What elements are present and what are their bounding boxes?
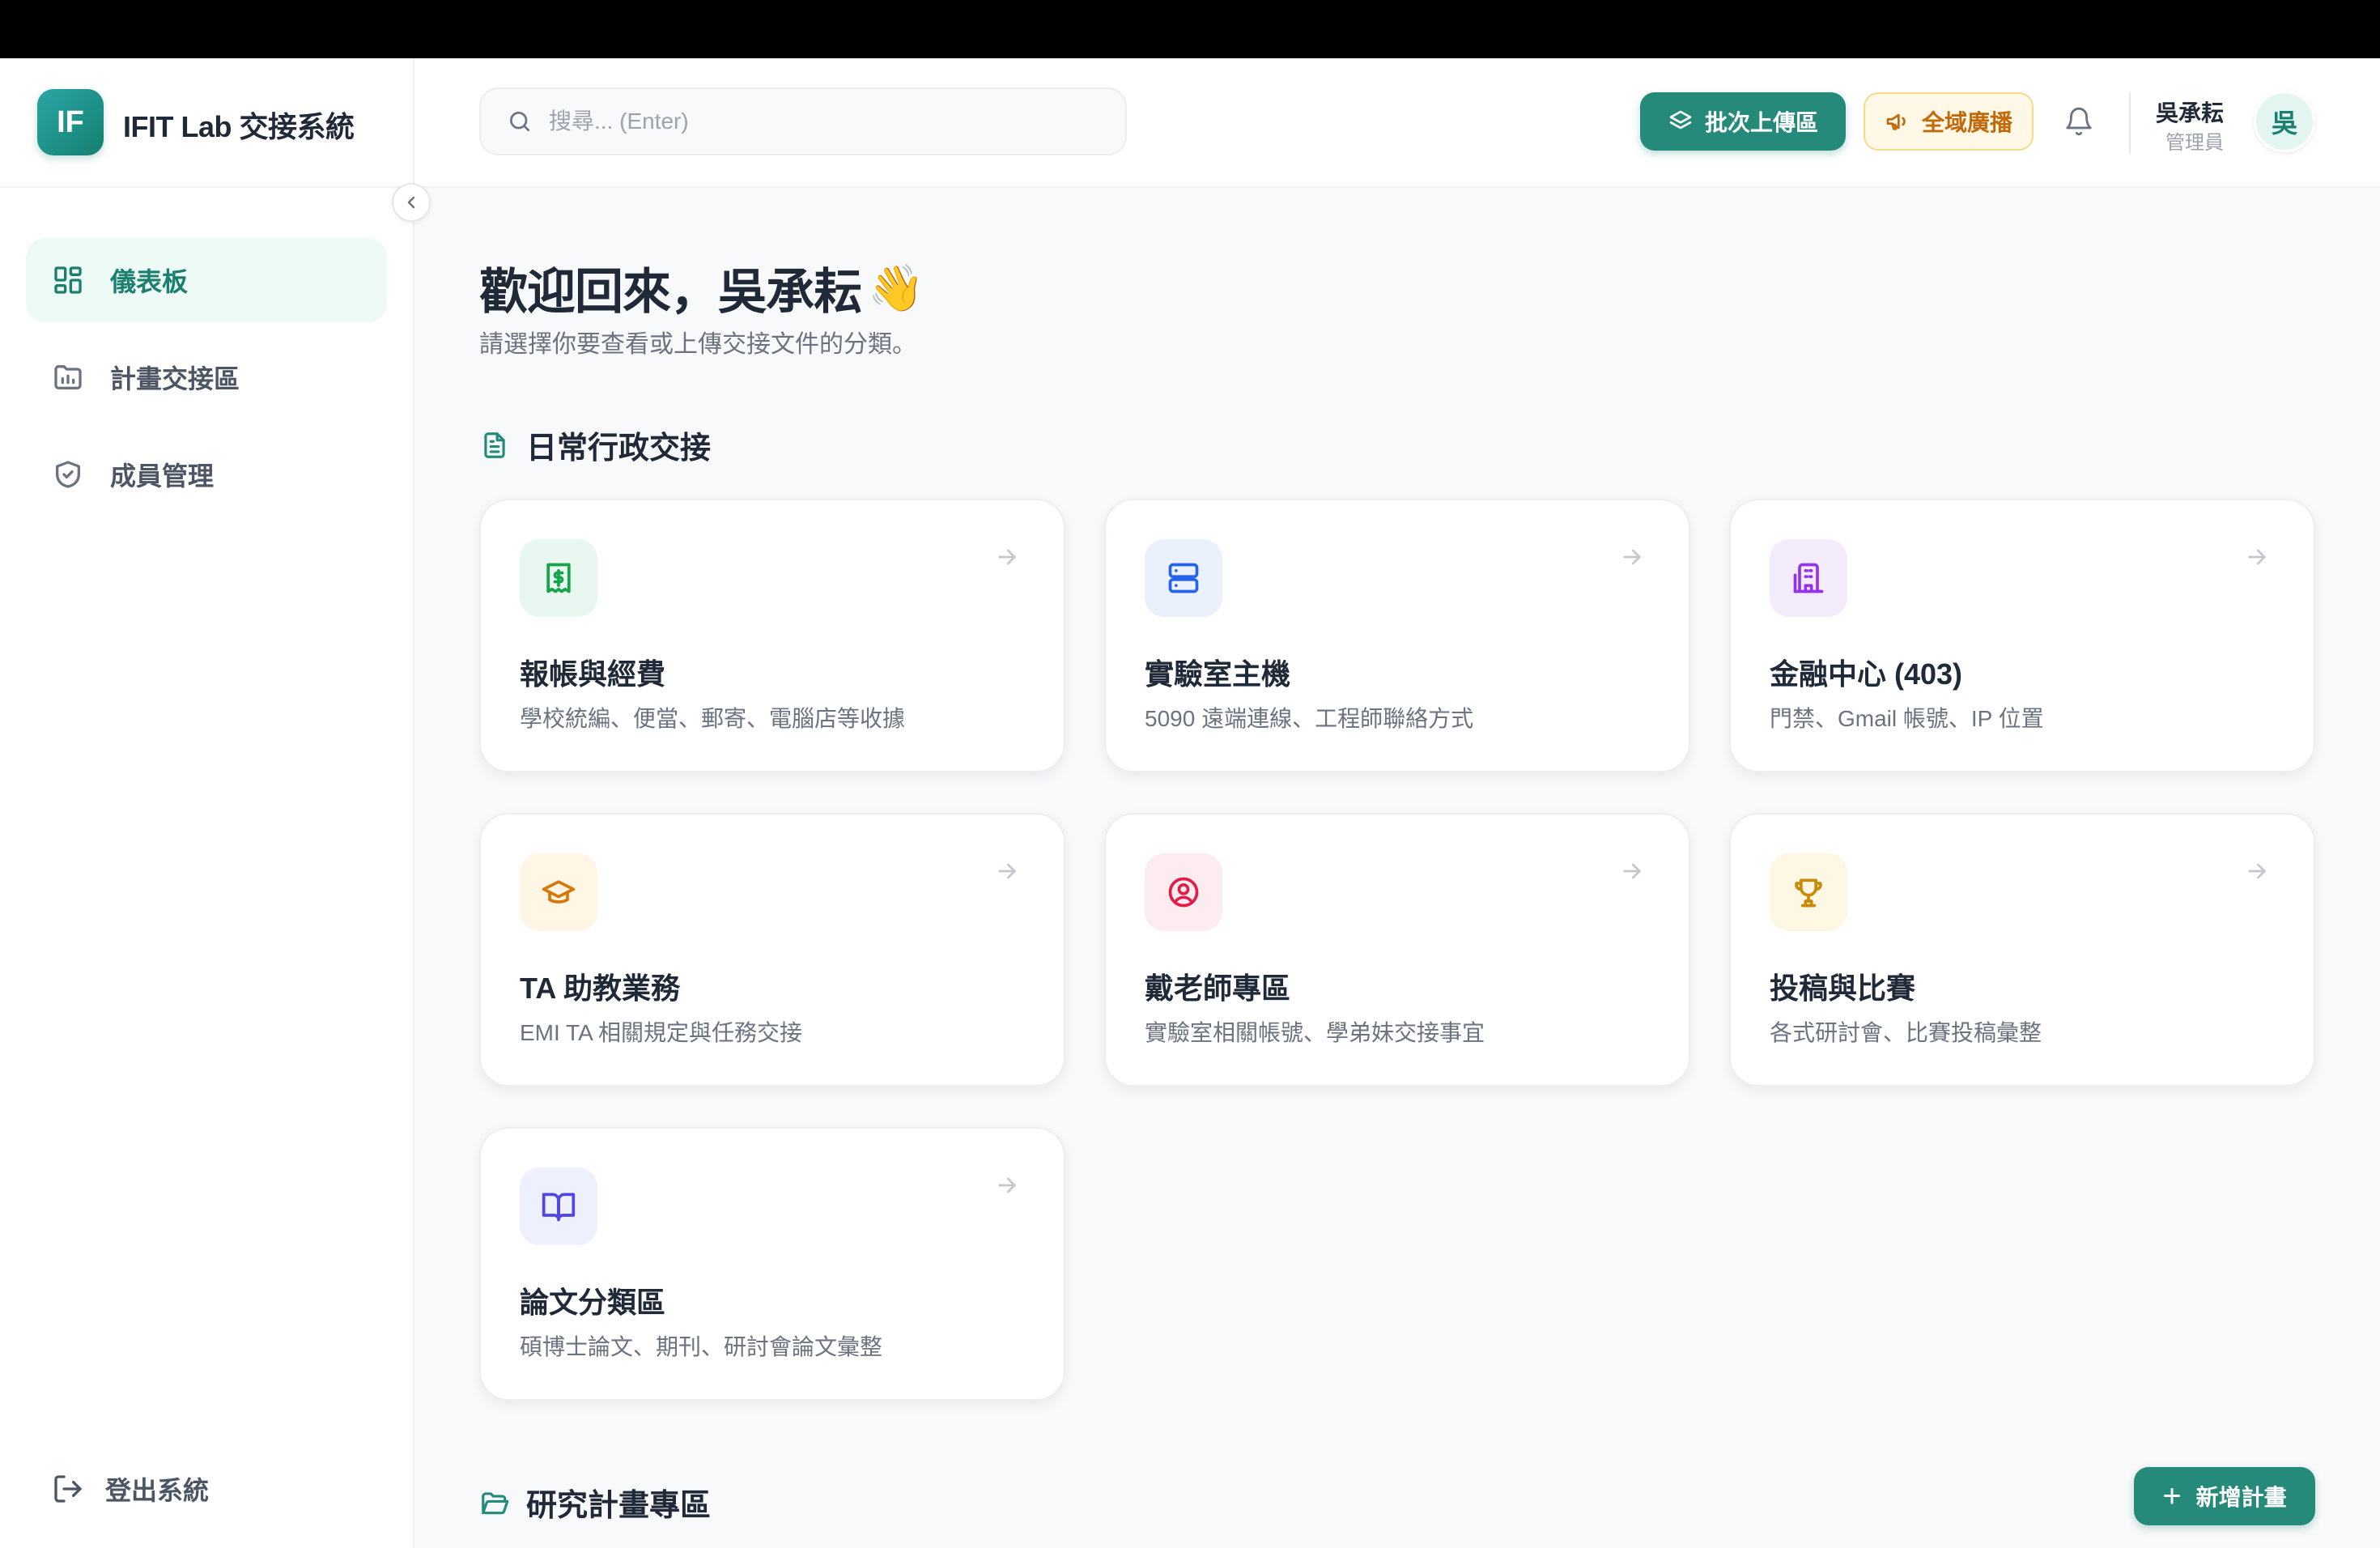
card-title: 實驗室主機: [1145, 657, 1291, 691]
shield-check-icon: [52, 458, 84, 491]
arrow-right-icon: [992, 857, 1022, 886]
layers-icon: [1668, 108, 1694, 134]
brand: IF IFIT Lab 交接系統: [0, 58, 414, 188]
arrow-right-icon: [1617, 542, 1647, 572]
arrow-right-icon: [2242, 542, 2272, 572]
logout-icon: [52, 1473, 84, 1505]
notification-bell-icon[interactable]: [2061, 104, 2097, 139]
sidebar-nav: 儀表板 計畫交接區 成員管理: [26, 238, 387, 529]
app-shell: IF IFIT Lab 交接系統 儀表板 計畫交接區 成員管理 登出系統 搜尋.…: [0, 58, 2380, 1548]
waving-hand-emoji: 👋: [868, 262, 924, 313]
card-description: 實驗室相關帳號、學弟妹交接事宜: [1145, 1020, 1485, 1045]
brand-title: IFIT Lab 交接系統: [123, 110, 355, 143]
search-input[interactable]: [549, 108, 1067, 134]
brand-logo: IF: [37, 89, 104, 155]
folder-chart-icon: [52, 361, 84, 393]
page-title: 歡迎回來，吳承耘 👋: [479, 253, 924, 323]
arrow-right-icon: [992, 1171, 1022, 1200]
card-description: 碩博士論文、期刊、研討會論文彙整: [520, 1334, 883, 1359]
trophy-icon: [1770, 853, 1847, 931]
folder-open-icon: [479, 1487, 510, 1518]
server-icon: [1145, 539, 1222, 617]
sidebar: IF IFIT Lab 交接系統 儀表板 計畫交接區 成員管理 登出系統: [0, 58, 414, 1548]
card-title: 投稿與比賽: [1770, 972, 1916, 1005]
card-professor-dai[interactable]: 戴老師專區 實驗室相關帳號、學弟妹交接事宜: [1104, 813, 1690, 1087]
arrow-right-icon: [2242, 857, 2272, 886]
card-title: 論文分類區: [520, 1286, 666, 1319]
sidebar-item-label: 儀表板: [110, 267, 189, 296]
chevron-left-icon: [402, 193, 421, 212]
search-icon: [507, 108, 533, 134]
section-daily-label: 日常行政交接: [526, 432, 712, 466]
sidebar-item-label: 計畫交接區: [110, 364, 240, 393]
document-icon: [479, 430, 510, 461]
user-role: 管理員: [2165, 132, 2224, 154]
broadcast-label: 全域廣播: [1921, 110, 2012, 135]
add-plan-button[interactable]: + 新增計畫: [2134, 1467, 2315, 1525]
plus-icon: +: [2162, 1478, 2182, 1514]
logout-button[interactable]: 登出系統: [52, 1470, 209, 1508]
sidebar-item-dashboard[interactable]: 儀表板: [26, 238, 387, 322]
card-description: EMI TA 相關規定與任務交接: [520, 1020, 802, 1045]
broadcast-button[interactable]: 全域廣播: [1864, 92, 2034, 151]
arrow-right-icon: [992, 542, 1022, 572]
card-title: TA 助教業務: [520, 972, 680, 1005]
header-divider: [2129, 92, 2131, 154]
logout-label: 登出系統: [105, 1476, 210, 1505]
dashboard-icon: [52, 264, 84, 296]
page-subtitle: 請選擇你要查看或上傳交接文件的分類。: [479, 331, 916, 358]
section-research-label: 研究計畫專區: [526, 1489, 712, 1523]
screen-top-bar: [0, 0, 2380, 58]
batch-upload-button[interactable]: 批次上傳區: [1640, 92, 1846, 151]
card-description: 各式研討會、比賽投稿彙整: [1770, 1020, 2042, 1045]
user-circle-icon: [1145, 853, 1222, 931]
card-title: 金融中心 (403): [1770, 657, 1963, 691]
card-lab-server[interactable]: 實驗室主機 5090 遠端連線、工程師聯絡方式: [1104, 499, 1690, 772]
arrow-right-icon: [1617, 857, 1647, 886]
top-header: 批次上傳區 全域廣播 吳承耘 管理員 吳: [414, 58, 2380, 188]
card-thesis[interactable]: 論文分類區 碩博士論文、期刊、研討會論文彙整: [479, 1127, 1065, 1401]
card-title: 戴老師專區: [1145, 972, 1291, 1005]
card-description: 學校統編、便當、郵寄、電腦店等收據: [520, 706, 906, 731]
card-ta-duties[interactable]: TA 助教業務 EMI TA 相關規定與任務交接: [479, 813, 1065, 1087]
book-open-icon: [520, 1167, 597, 1245]
search-box: [479, 87, 1127, 155]
sidebar-item-members[interactable]: 成員管理: [26, 432, 387, 517]
section-daily-title: 日常行政交接: [479, 423, 711, 467]
avatar[interactable]: 吳: [2254, 91, 2315, 152]
sidebar-item-projects[interactable]: 計畫交接區: [26, 335, 387, 419]
receipt-icon: [520, 539, 597, 617]
card-description: 門禁、Gmail 帳號、IP 位置: [1770, 706, 2044, 731]
welcome-text: 歡迎回來，吳承耘: [479, 265, 862, 319]
card-submissions[interactable]: 投稿與比賽 各式研討會、比賽投稿彙整: [1729, 813, 2315, 1087]
add-plan-label: 新增計畫: [2195, 1485, 2287, 1510]
building-icon: [1770, 539, 1847, 617]
batch-upload-label: 批次上傳區: [1704, 110, 1818, 135]
card-finance-center[interactable]: 金融中心 (403) 門禁、Gmail 帳號、IP 位置: [1729, 499, 2315, 772]
graduation-cap-icon: [520, 853, 597, 931]
card-reimbursement[interactable]: 報帳與經費 學校統編、便當、郵寄、電腦店等收據: [479, 499, 1065, 772]
section-research-title: 研究計畫專區: [479, 1480, 711, 1525]
sidebar-item-label: 成員管理: [110, 461, 215, 491]
megaphone-icon: [1885, 108, 1910, 134]
card-title: 報帳與經費: [520, 657, 666, 691]
sidebar-collapse-button[interactable]: [392, 183, 431, 222]
user-name: 吳承耘: [2155, 100, 2224, 125]
main-content: 歡迎回來，吳承耘 👋 請選擇你要查看或上傳交接文件的分類。 日常行政交接 報帳與…: [414, 188, 2380, 1548]
card-description: 5090 遠端連線、工程師聯絡方式: [1145, 706, 1474, 731]
